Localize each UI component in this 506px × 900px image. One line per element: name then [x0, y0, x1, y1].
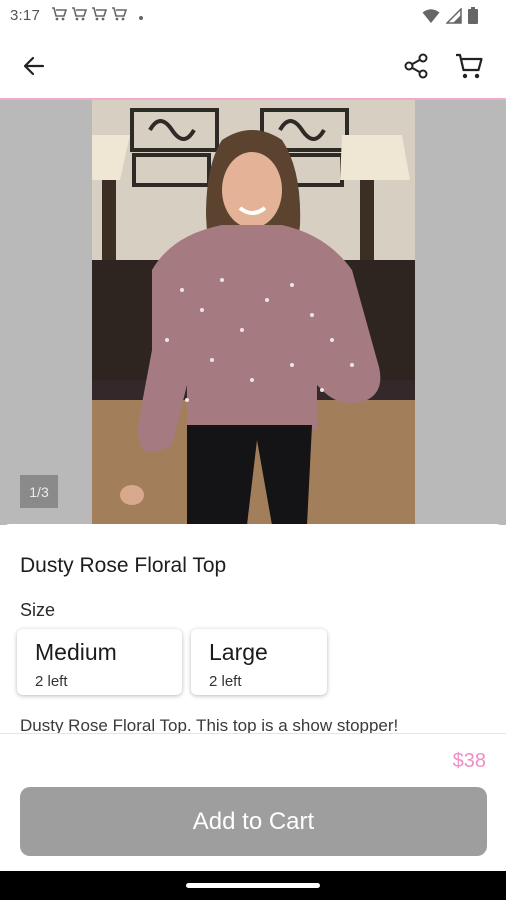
notification-icons — [51, 6, 143, 22]
home-gesture-handle[interactable] — [186, 883, 320, 888]
product-photo — [92, 100, 415, 525]
share-icon — [404, 53, 428, 79]
size-label: Size — [20, 600, 56, 620]
product-price: $38 — [452, 750, 486, 772]
size-name: Medium — [35, 639, 117, 665]
status-time: 3:17 — [10, 7, 40, 24]
system-navigation-bar — [0, 871, 506, 900]
product-description: Dusty Rose Floral Top. This top is a sho… — [20, 716, 399, 733]
product-image-gallery[interactable]: 1/3 — [0, 100, 506, 525]
status-bar: 3:17 — [0, 0, 506, 32]
cart-icon — [92, 7, 107, 21]
product-details-sheet: Dusty Rose Floral Top Size Medium 2 left… — [0, 524, 506, 733]
size-stock: 2 left — [209, 673, 242, 690]
app-bar — [0, 32, 506, 100]
cart-button[interactable] — [450, 48, 488, 84]
signal-icon — [446, 7, 462, 24]
size-name: Large — [209, 639, 268, 665]
wifi-icon — [422, 8, 440, 23]
add-to-cart-button[interactable]: Add to Cart — [20, 787, 487, 856]
size-option-large[interactable]: Large 2 left — [191, 629, 327, 695]
size-option-medium[interactable]: Medium 2 left — [17, 629, 182, 695]
size-stock: 2 left — [35, 673, 68, 690]
battery-icon — [468, 7, 478, 24]
back-button[interactable] — [18, 50, 50, 82]
cart-icon — [52, 7, 67, 21]
cart-icon — [72, 7, 87, 21]
system-icons — [422, 7, 478, 24]
share-button[interactable] — [398, 48, 434, 84]
more-notifications-dot — [139, 16, 143, 20]
cart-icon — [112, 7, 127, 21]
product-title: Dusty Rose Floral Top — [20, 554, 227, 577]
arrow-back-icon — [23, 56, 45, 76]
purchase-footer: $38 Add to Cart — [0, 733, 506, 872]
cart-icon — [456, 53, 483, 79]
details-card: Dusty Rose Floral Top Size Medium 2 left… — [0, 524, 506, 733]
image-counter[interactable]: 1/3 — [20, 475, 58, 508]
